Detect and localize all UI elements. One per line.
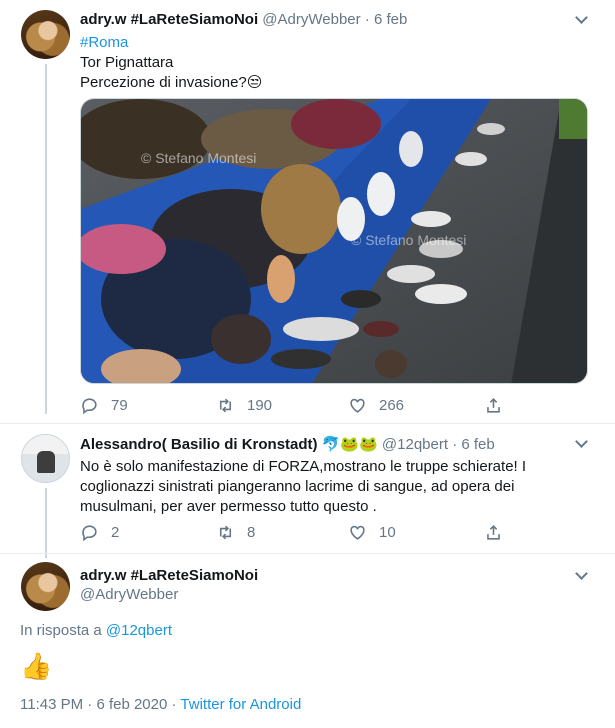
tweet-date[interactable]: 6 feb [461,436,494,453]
separator: · [171,696,177,713]
tweet-reply[interactable]: Alessandro( Basilio di Kronstadt) 🐬🐸🐸 @1… [0,424,615,558]
share-button[interactable] [484,394,515,416]
hashtag-link[interactable]: #Roma [80,33,262,53]
display-name[interactable]: adry.w #LaReteSiamoNoi [80,11,258,28]
retweet-icon [219,525,232,539]
tweet-header: adry.w #LaReteSiamoNoi @AdryWebber [80,567,258,603]
tweet-source[interactable]: Twitter for Android [180,696,301,713]
reply-icon [82,397,97,414]
reply-button[interactable]: 79 [80,394,128,416]
watermark: © Stefano Montesi [141,150,256,166]
photo-image: © Stefano Montesi © Stefano Montesi [81,99,587,383]
tweet-line: Percezione di invasione?😒 [80,74,263,91]
like-icon [350,398,365,413]
separator: · [87,696,93,713]
separator: · [452,436,458,453]
tweet-actions: 79 190 266 [80,394,510,416]
tweet-header: Alessandro( Basilio di Kronstadt) 🐬🐸🐸 @1… [80,435,495,453]
thread-line [45,488,47,558]
avatar[interactable] [21,562,70,611]
tweet-time[interactable]: 11:43 PM [20,696,83,713]
tweet-focused[interactable]: adry.w #LaReteSiamoNoi @AdryWebber In ri… [0,554,615,728]
display-name[interactable]: Alessandro( Basilio di Kronstadt) [80,436,318,453]
tweet-full-date[interactable]: 6 feb 2020 [96,696,167,713]
avatar-figure [37,451,55,473]
reply-prefix: In risposta a [20,622,102,639]
tweet-line: Tor Pignattara [80,54,174,71]
tweet-text: 👍 [20,651,53,681]
user-handle[interactable]: @AdryWebber [80,586,258,603]
like-count: 266 [379,396,405,414]
tweet-timestamp: 11:43 PM · 6 feb 2020 · Twitter for Andr… [20,696,301,713]
reply-to-link[interactable]: @12qbert [106,622,172,639]
chevron-down-icon[interactable] [574,567,590,583]
share-icon [487,397,500,413]
display-name[interactable]: adry.w #LaReteSiamoNoi [80,567,258,584]
tweet-header: adry.w #LaReteSiamoNoi @AdryWebber · 6 f… [80,11,407,28]
tweet-text: No è solo manifestazione di FORZA,mostra… [80,457,526,517]
separator: · [364,11,370,28]
tweet-photo[interactable]: © Stefano Montesi © Stefano Montesi [80,98,588,384]
avatar[interactable] [21,434,70,483]
retweet-count: 8 [247,523,256,541]
retweet-icon [219,398,232,412]
tweet-date[interactable]: 6 feb [374,11,407,28]
like-count: 10 [379,523,396,541]
reply-context: In risposta a @12qbert [20,622,172,639]
user-handle[interactable]: @AdryWebber [262,11,360,28]
tweet-actions: 2 8 10 [80,521,510,543]
share-button[interactable] [484,521,515,543]
reply-count: 79 [111,396,128,414]
user-handle[interactable]: @12qbert [382,436,448,453]
retweet-button[interactable]: 190 [216,394,272,416]
avatar[interactable] [21,10,70,59]
thread-line [45,64,47,414]
reply-icon [82,524,97,541]
share-icon [487,524,500,540]
like-button[interactable]: 266 [348,394,404,416]
watermark: © Stefano Montesi [351,232,466,248]
like-button[interactable]: 10 [348,521,396,543]
tweet-original[interactable]: adry.w #LaReteSiamoNoi @AdryWebber · 6 f… [0,0,615,424]
like-icon [350,525,365,540]
reply-button[interactable]: 2 [80,521,119,543]
chevron-down-icon[interactable] [574,11,590,27]
retweet-button[interactable]: 8 [216,521,255,543]
tweet-line: musulmani, per aver permesso tutto quest… [80,498,377,515]
tweet-line: No è solo manifestazione di FORZA,mostra… [80,458,527,475]
chevron-down-icon[interactable] [574,435,590,451]
tweet-line: coglionazzi sinistrati piangeranno lacri… [80,478,515,495]
reply-count: 2 [111,523,120,541]
retweet-count: 190 [247,396,273,414]
name-emojis: 🐬🐸🐸 [321,436,378,453]
tweet-text: #Roma Tor Pignattara Percezione di invas… [80,33,262,93]
